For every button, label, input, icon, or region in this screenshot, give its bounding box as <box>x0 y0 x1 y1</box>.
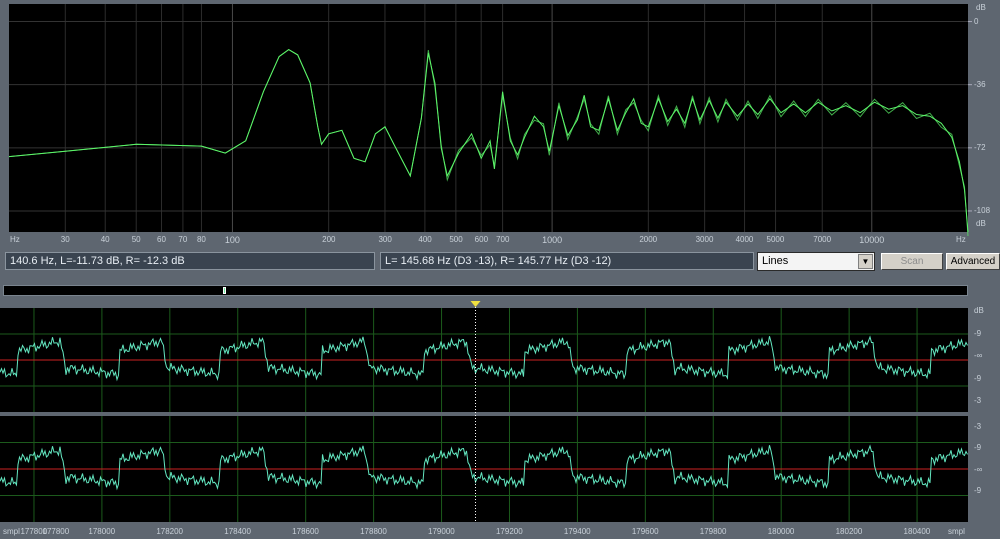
waveform-scale-label: -9 <box>974 328 982 338</box>
spectrum-y-unit-bottom: dB <box>976 219 986 228</box>
overview-position-marker[interactable] <box>223 287 226 294</box>
waveform-x-tick-label: 179600 <box>631 527 659 536</box>
waveform-panel[interactable]: smpl smpl 177800 177800 178000 178200 178400 17… <box>0 300 1000 539</box>
spectrum-y-tick-label: -72 <box>974 142 986 152</box>
spectrum-x-unit-left: Hz <box>10 235 20 244</box>
view-mode-value: Lines <box>762 255 789 267</box>
spectrum-x-tick-label: 10000 <box>859 235 885 245</box>
waveform-x-unit: smpl <box>3 527 20 536</box>
waveform-scale-label: -3 <box>974 396 982 405</box>
waveform-x-tick-label: 179400 <box>563 527 591 536</box>
spectrum-x-tick-label: 40 <box>100 235 110 244</box>
cursor-readout: 140.6 Hz, L=-11.73 dB, R= -12.3 dB <box>5 252 375 270</box>
spectrum-x-tick-label: 7000 <box>813 235 832 244</box>
spectrum-x-tick-label: 200 <box>322 235 336 244</box>
peak-readout: L= 145.68 Hz (D3 -13), R= 145.77 Hz (D3 … <box>380 252 754 270</box>
spectrum-x-tick-label: 500 <box>449 235 463 244</box>
waveform-scale-label: -3 <box>974 422 982 431</box>
waveform-x-tick-label: 179200 <box>495 527 523 536</box>
waveform-x-tick-label: 178600 <box>292 527 319 536</box>
spectrum-x-tick-label: 400 <box>418 235 432 244</box>
spectrum-x-tick-label: 70 <box>178 235 188 244</box>
waveform-x-unit-right: smpl <box>948 527 965 536</box>
waveform-scale-label: -∞ <box>974 464 983 474</box>
spectrum-x-tick-label: 50 <box>131 235 141 244</box>
spectrum-x-tick-label: 30 <box>60 235 70 244</box>
waveform-x-tick-label: 180200 <box>835 527 863 536</box>
spectrum-y-tick-label: -108 <box>974 205 991 215</box>
spectrum-x-tick-label: 100 <box>224 235 240 245</box>
scan-button[interactable]: Scan <box>881 253 943 270</box>
spectrum-x-tick-label: 4000 <box>735 235 754 244</box>
chevron-down-icon[interactable]: ▼ <box>858 254 873 269</box>
waveform-x-tick-label: 180000 <box>767 527 795 536</box>
spectrum-plot-area <box>9 4 968 232</box>
spectrum-x-tick-label: 3000 <box>695 235 714 244</box>
waveform-x-tick-label: 178000 <box>88 527 116 536</box>
waveform-scale-label: -∞ <box>974 351 983 360</box>
waveform-x-tick-label: 178400 <box>224 527 251 536</box>
waveform-x-tick-label: 179000 <box>428 527 455 536</box>
spectrum-x-tick-label: 80 <box>196 235 206 244</box>
spectrum-x-tick-label: 60 <box>157 235 166 244</box>
waveform-scale-label: dB <box>974 306 984 315</box>
spectrum-x-tick-label: 600 <box>474 235 489 244</box>
waveform-scale-label: -9 <box>974 486 982 495</box>
cursor-marker-icon[interactable] <box>470 301 481 307</box>
waveform-x-tick-label: 179800 <box>699 527 727 536</box>
waveform-x-tick-label: 178800 <box>360 527 387 536</box>
spectrum-x-tick-label: 300 <box>378 235 392 244</box>
waveform-scale-label: -9 <box>974 443 982 453</box>
spectrum-x-tick-label: 5000 <box>766 235 785 244</box>
spectrum-panel[interactable]: 30 40 50 60 70 80 100 200 300 400 500 600 700 1000 200… <box>0 0 1000 248</box>
waveform-x-tick-label: 180400 <box>903 527 931 536</box>
spectrum-y-tick-label: 0 <box>974 16 979 26</box>
spectrum-graph[interactable] <box>0 0 1000 248</box>
spectrum-x-tick-label: 2000 <box>639 235 658 244</box>
waveform-scale-label: -9 <box>974 373 982 383</box>
waveform-x-tick-label: 178200 <box>156 527 184 536</box>
waveform-graph[interactable] <box>0 300 1000 539</box>
advanced-button[interactable]: Advanced <box>946 253 1000 270</box>
overview-bar[interactable] <box>3 285 968 296</box>
spectrum-y-unit-top: dB <box>976 3 986 12</box>
spectrum-y-tick-label: -36 <box>974 79 986 89</box>
spectrum-x-unit-right: Hz <box>956 235 966 244</box>
waveform-x-tick-label: 177800 <box>20 527 48 536</box>
spectrum-x-tick-label: 1000 <box>542 235 563 245</box>
view-mode-select[interactable]: Lines ▼ <box>757 252 875 271</box>
spectrum-x-tick-label: 700 <box>496 235 510 244</box>
